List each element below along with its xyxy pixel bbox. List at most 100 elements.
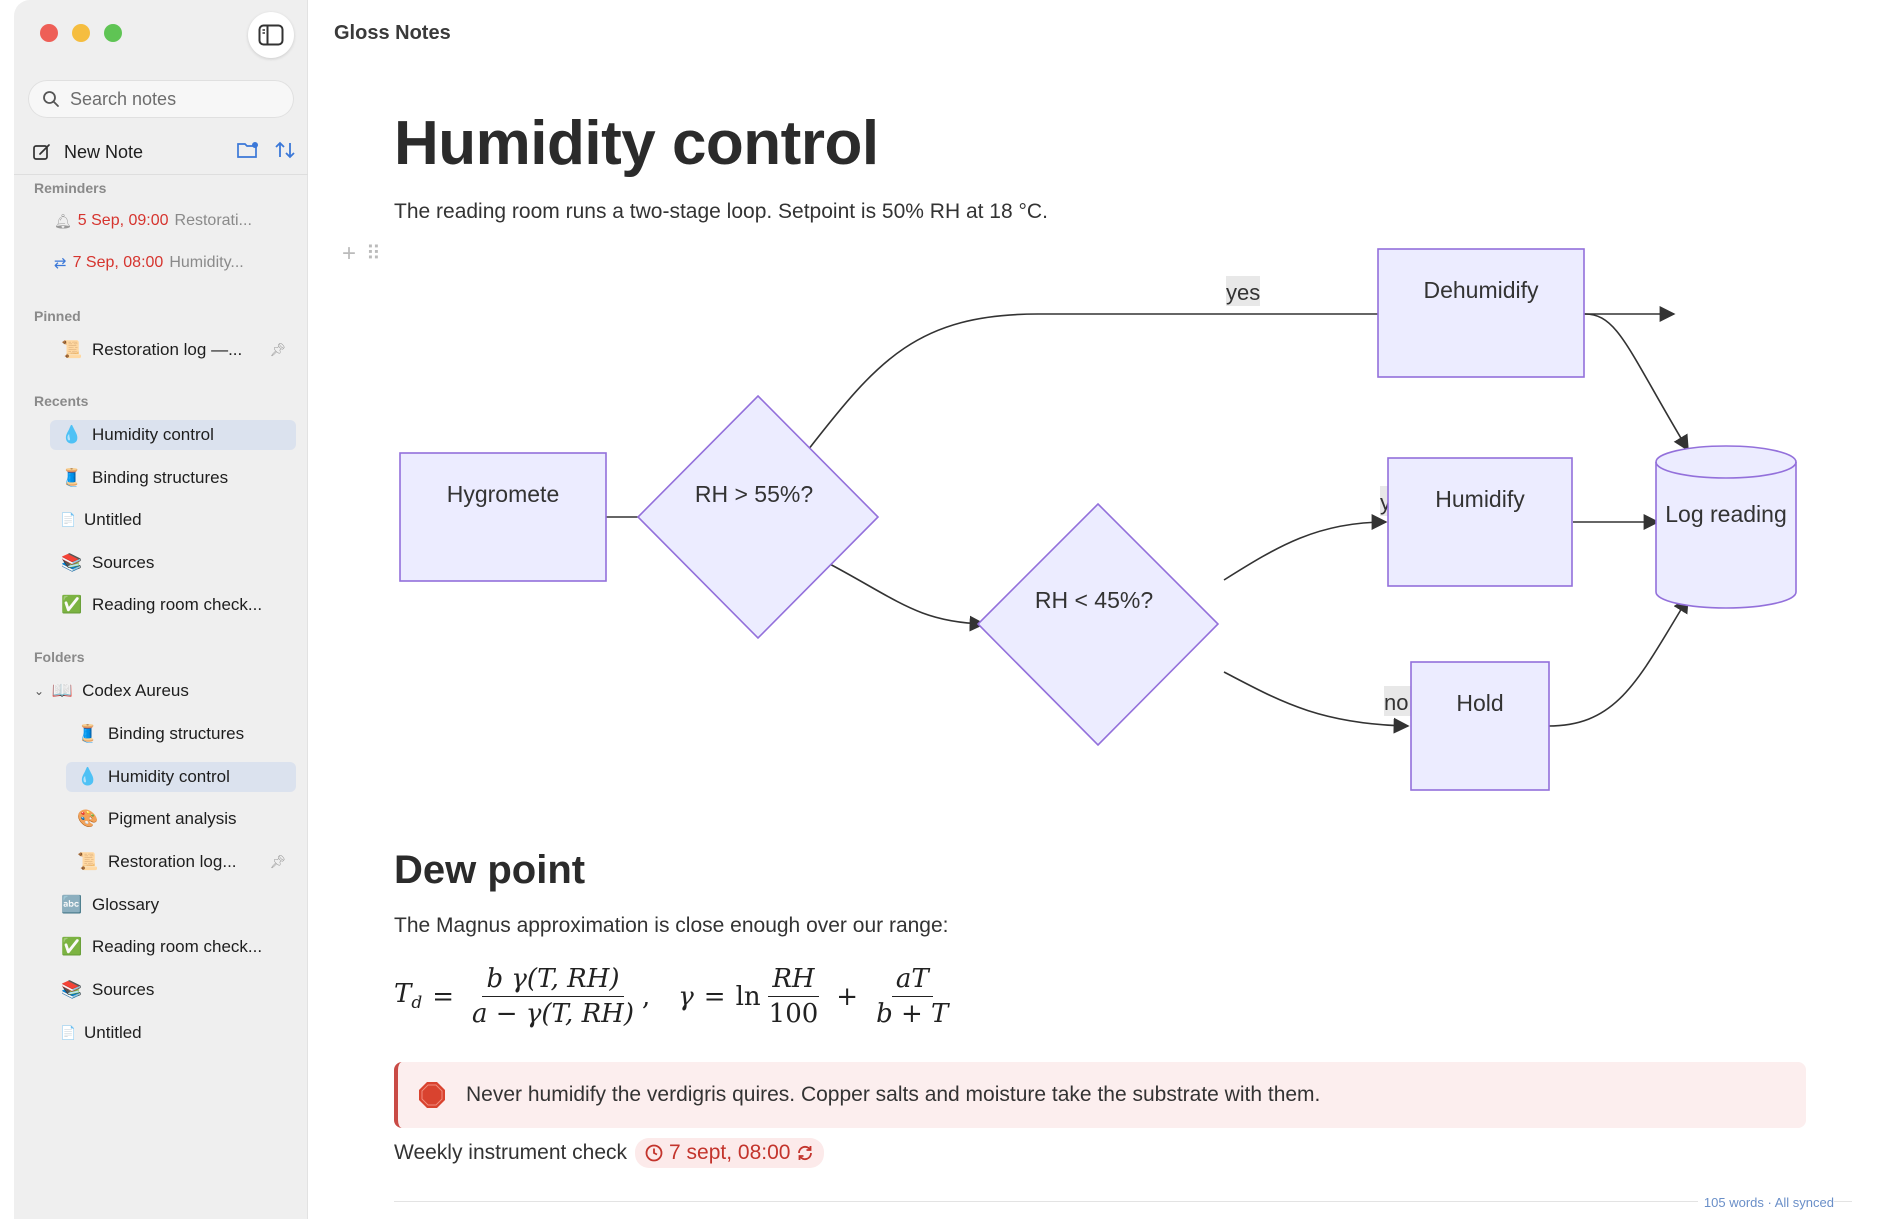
reminder-item[interactable]: ⇄ 7 Sep, 08:00 Humidity... <box>54 254 244 272</box>
root-item-sources[interactable]: 📚 Sources <box>50 975 296 1005</box>
clock-icon <box>645 1144 663 1162</box>
recent-item-label: Untitled <box>84 510 142 529</box>
folder-item-restoration-log[interactable]: 📜 Restoration log... 📌︎ <box>66 847 296 877</box>
pinned-item-label: Restoration log —... <box>92 340 243 359</box>
folder-item-label: Pigment analysis <box>108 809 237 828</box>
node-log <box>1655 445 1797 609</box>
droplet-icon: 💧 <box>61 425 83 444</box>
reminder-date: 5 Sep, 09:00 <box>77 212 169 229</box>
weekly-check-label: Weekly instrument check <box>394 1141 628 1164</box>
folder-item-humidity-control[interactable]: 💧 Humidity control <box>66 762 296 792</box>
edge-rh-low-humidify <box>1223 514 1388 581</box>
node-rh-high <box>636 394 880 640</box>
recent-item-binding-structures[interactable]: 🧵 Binding structures <box>50 463 296 493</box>
weekly-check-line: Weekly instrument check 7 sept, 08:00 <box>394 1138 825 1168</box>
chevron-down-icon[interactable]: ⌄ <box>34 684 44 698</box>
reminder-chip[interactable]: 7 sept, 08:00 <box>635 1138 825 1168</box>
recent-item-label: Reading room check... <box>92 595 263 614</box>
repeat-icon <box>798 1145 813 1161</box>
sidebar-divider <box>14 174 308 175</box>
recent-item-label: Sources <box>92 553 155 572</box>
recent-item-sources[interactable]: 📚 Sources <box>50 548 296 578</box>
stop-sign-icon <box>419 1082 445 1108</box>
pinned-heading: Pinned <box>34 308 81 324</box>
node-hold-label: Hold <box>1456 690 1503 716</box>
recent-item-untitled[interactable]: 📄 Untitled <box>50 505 296 535</box>
root-item-reading-room[interactable]: ✅ Reading room check... <box>50 932 296 962</box>
note-title[interactable]: Humidity control <box>394 108 879 179</box>
app-window: New Note Reminders 🔔︎ 5 Sep, 09:00 Resto… <box>14 0 1866 1219</box>
footer-divider <box>394 1201 1852 1202</box>
reminder-item[interactable]: 🔔︎ 5 Sep, 09:00 Restorati... <box>54 212 252 230</box>
node-rh-low <box>976 502 1220 747</box>
math-formula[interactable]: Td = b γ(T, RH) a − γ(T, RH) , γ = ln RH 1… <box>394 964 956 1029</box>
compose-icon[interactable] <box>32 142 52 162</box>
flowchart[interactable]: yes no yes no Hygromete <box>378 240 1828 800</box>
thread-icon: 🧵 <box>77 724 99 743</box>
block-handle: + ⠿ <box>342 240 381 268</box>
scroll-icon: 📜 <box>77 852 99 871</box>
recent-item-humidity-control[interactable]: 💧 Humidity control <box>50 420 296 450</box>
thread-icon: 🧵 <box>61 468 83 487</box>
node-dehumidify-label: Dehumidify <box>1423 277 1539 303</box>
node-hold <box>1410 661 1550 791</box>
dew-point-paragraph[interactable]: The Magnus approximation is close enough… <box>394 914 949 938</box>
books-icon: 📚 <box>61 980 83 999</box>
zoom-window-button[interactable] <box>104 24 122 42</box>
root-item-label: Untitled <box>84 1023 142 1042</box>
app-title: Gloss Notes <box>334 22 451 44</box>
scroll-icon: 📜 <box>61 340 83 359</box>
folder-item-label: Binding structures <box>108 724 245 743</box>
folder-item-binding-structures[interactable]: 🧵 Binding structures <box>66 719 296 749</box>
recents-heading: Recents <box>34 393 89 409</box>
new-note-button[interactable]: New Note <box>64 142 143 163</box>
edge-rh-low-hold <box>1223 671 1410 734</box>
new-folder-icon[interactable] <box>236 140 260 160</box>
node-log-label: Log reading <box>1665 501 1787 527</box>
root-item-glossary[interactable]: 🔤 Glossary <box>50 890 296 920</box>
pinned-item[interactable]: 📜 Restoration log —... 📌︎ <box>50 335 296 365</box>
checkmark-icon: ✅ <box>61 937 83 956</box>
editor: Gloss Notes Humidity control The reading… <box>308 0 1866 1219</box>
root-item-untitled[interactable]: 📄 Untitled <box>50 1018 296 1048</box>
node-humidify-label: Humidify <box>1435 486 1525 512</box>
intro-paragraph[interactable]: The reading room runs a two-stage loop. … <box>394 200 1048 224</box>
search-field[interactable] <box>28 80 294 118</box>
sidebar-icon <box>258 24 284 46</box>
reminders-heading: Reminders <box>34 180 107 196</box>
add-block-icon[interactable]: + <box>342 240 356 268</box>
folder-codex-aureus[interactable]: ⌄ 📖 Codex Aureus <box>30 676 296 706</box>
root-item-label: Sources <box>92 980 155 999</box>
edge-hold-log <box>1547 596 1689 727</box>
palette-icon: 🎨 <box>77 809 99 828</box>
open-book-icon: 📖 <box>51 681 73 700</box>
abc-icon: 🔤 <box>61 895 83 914</box>
edge-label-yes: yes <box>1226 280 1260 305</box>
folder-item-label: Humidity control <box>108 767 230 786</box>
folder-item-pigment-analysis[interactable]: 🎨 Pigment analysis <box>66 804 296 834</box>
new-note-row: New Note <box>32 138 298 166</box>
pin-icon: 📌︎ <box>269 854 286 869</box>
minimize-window-button[interactable] <box>72 24 90 42</box>
reminder-date: 7 Sep, 08:00 <box>72 254 164 271</box>
recent-item-reading-room[interactable]: ✅ Reading room check... <box>50 590 296 620</box>
warning-callout[interactable]: Never humidify the verdigris quires. Cop… <box>394 1062 1806 1128</box>
sidebar-toggle-button[interactable] <box>248 12 294 58</box>
reminder-text: Restorati... <box>174 212 252 229</box>
search-input[interactable] <box>70 88 270 110</box>
node-dehumidify <box>1377 248 1585 378</box>
node-rh-low-label: RH < 45%? <box>1035 587 1153 613</box>
recent-item-label: Binding structures <box>92 468 229 487</box>
folder-item-label: Restoration log... <box>108 852 237 871</box>
reminder-chip-date: 7 sept, 08:00 <box>669 1141 791 1164</box>
checkmark-icon: ✅ <box>61 595 83 614</box>
node-hygrometer-label: Hygromete <box>447 481 559 507</box>
sort-icon[interactable] <box>274 140 296 160</box>
close-window-button[interactable] <box>40 24 58 42</box>
search-icon <box>43 91 59 107</box>
folders-heading: Folders <box>34 649 85 665</box>
section-heading[interactable]: Dew point <box>394 848 585 893</box>
folder-label: Codex Aureus <box>82 681 189 700</box>
edge-rh-high-rh-low <box>825 561 986 632</box>
repeat-icon: ⇄ <box>54 255 67 272</box>
